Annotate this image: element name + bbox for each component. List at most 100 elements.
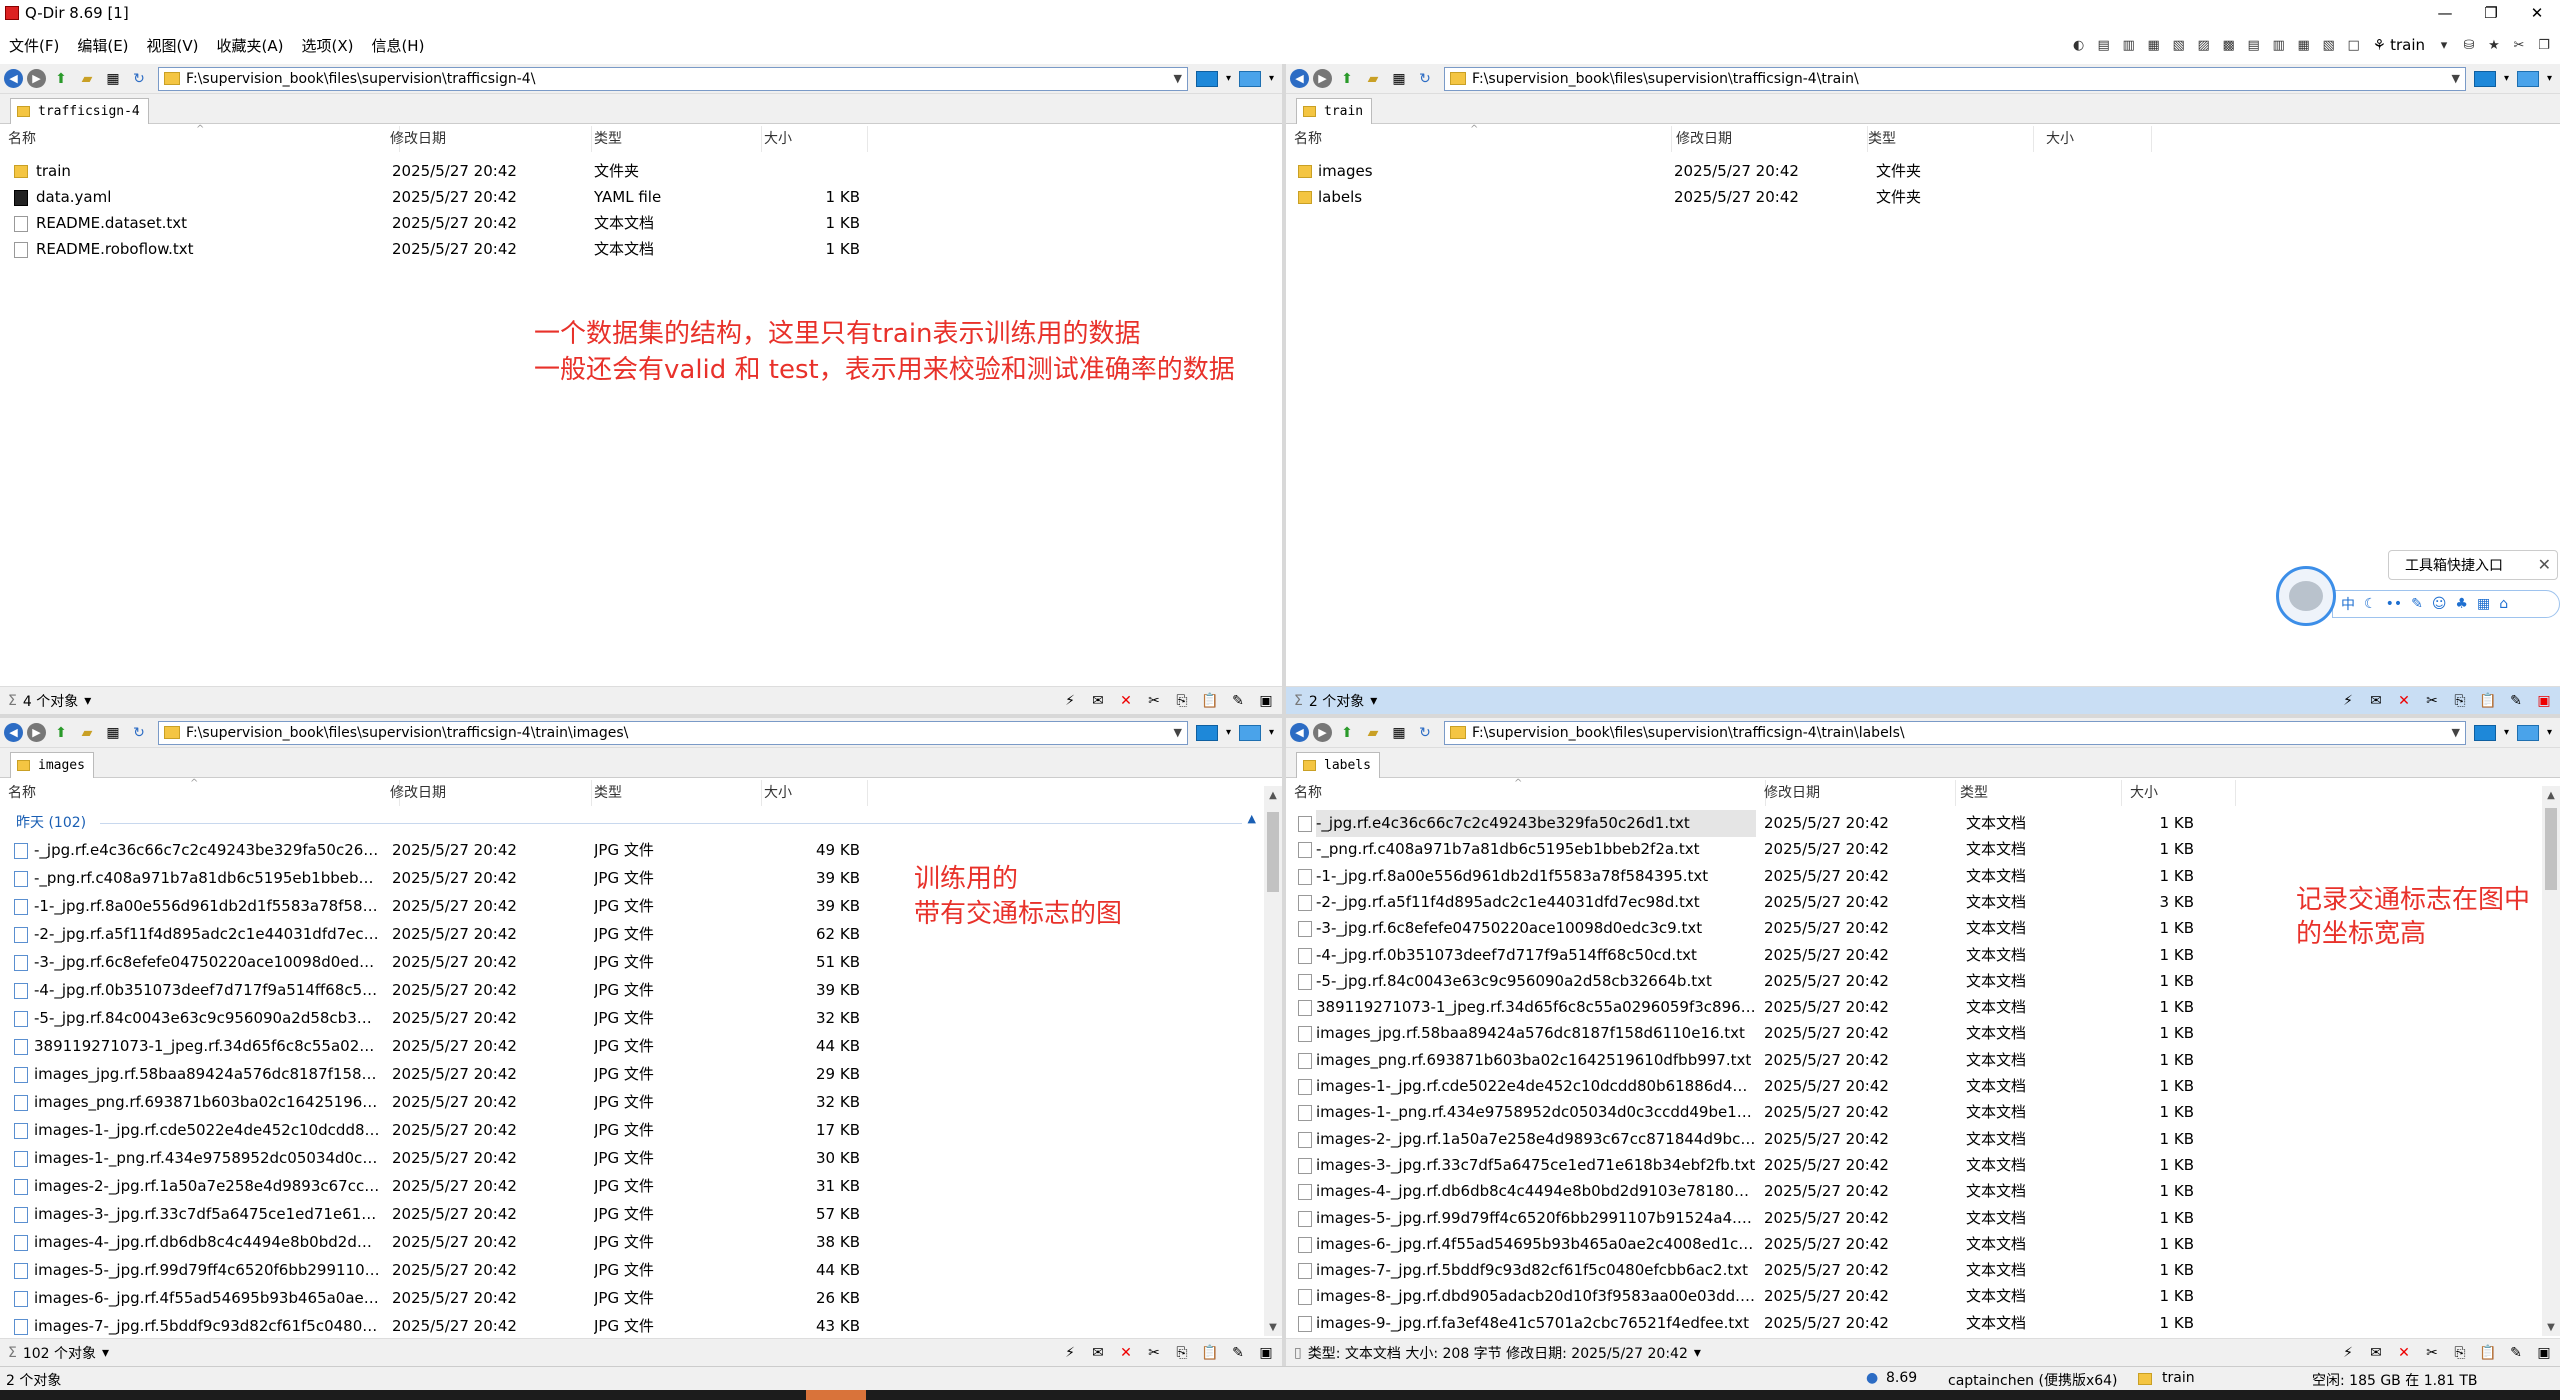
desktop-icon[interactable]: [2516, 70, 2539, 87]
layout-5-icon[interactable]: ▨: [2194, 35, 2214, 55]
object-count[interactable]: 4 个对象 ▾: [23, 691, 91, 711]
wrench-icon[interactable]: ✎: [2411, 596, 2423, 612]
path-input[interactable]: F:\supervision_book\files\supervision\tr…: [1444, 66, 2466, 91]
back-icon[interactable]: ◀: [4, 723, 23, 742]
layout-10-icon[interactable]: ▧: [2319, 35, 2339, 55]
back-icon[interactable]: ◀: [4, 69, 23, 88]
menu-favorites[interactable]: 收藏夹(A): [208, 35, 293, 56]
col-size[interactable]: 大小: [2122, 780, 2236, 806]
cut-icon[interactable]: ✂: [1144, 1343, 1164, 1363]
list-item[interactable]: images-5-_jpg.rf.99d79ff4c6520f6bb299110…: [0, 1257, 1282, 1284]
dropdown-arrow-icon[interactable]: ▾: [1226, 73, 1231, 84]
list-item[interactable]: data.yaml 2025/5/27 20:42 YAML file 1 KB: [0, 184, 1282, 211]
list-item[interactable]: images-7-_jpg.rf.5bddf9c93d82cf61f5c0480…: [0, 1313, 1282, 1340]
copy-icon[interactable]: ⎘: [1172, 691, 1192, 711]
menu-file[interactable]: 文件(F): [0, 35, 68, 56]
scrollbar[interactable]: ▲ ▼: [2542, 786, 2560, 1336]
assistant-avatar[interactable]: [2276, 566, 2336, 626]
properties-icon[interactable]: ▣: [1256, 1343, 1276, 1363]
menu-options[interactable]: 选项(X): [292, 35, 362, 56]
cut-icon[interactable]: ✂: [1144, 691, 1164, 711]
list-item[interactable]: images_jpg.rf.58baa89424a576dc8187f158d6…: [1286, 1020, 2560, 1047]
list-item[interactable]: -5-_jpg.rf.84c0043e63c9c956090a2d58cb326…: [0, 1005, 1282, 1032]
list-item[interactable]: images-4-_jpg.rf.db6db8c4c4494e8b0bd2d91…: [0, 1229, 1282, 1256]
tab-train[interactable]: train: [1296, 98, 1373, 124]
scroll-thumb[interactable]: [2545, 808, 2557, 890]
copy-icon[interactable]: ⎘: [1172, 1343, 1192, 1363]
layout-1-icon[interactable]: ▤: [2094, 35, 2114, 55]
delete-icon[interactable]: ✕: [2394, 691, 2414, 711]
copy-icon[interactable]: ⎘: [2450, 1343, 2470, 1363]
list-item[interactable]: -3-_jpg.rf.6c8efefe04750220ace10098d0edc…: [0, 949, 1282, 976]
layout-6-icon[interactable]: ▩: [2219, 35, 2239, 55]
back-icon[interactable]: ◀: [1290, 69, 1309, 88]
forward-icon[interactable]: ▶: [27, 69, 46, 88]
forward-icon[interactable]: ▶: [27, 723, 46, 742]
list-item[interactable]: images_jpg.rf.58baa89424a576dc8187f158d6…: [0, 1061, 1282, 1088]
view-mode-icon[interactable]: ▦: [102, 69, 124, 89]
col-name[interactable]: 名称: [1286, 780, 1766, 806]
list-item[interactable]: images-1-_jpg.rf.cde5022e4de452c10dcdd80…: [0, 1117, 1282, 1144]
window-icon[interactable]: ❐: [2534, 35, 2554, 55]
desktop-icon[interactable]: [2516, 724, 2539, 741]
copy-icon[interactable]: ⎘: [2450, 691, 2470, 711]
list-item[interactable]: -_png.rf.c408a971b7a81db6c5195eb1bbeb2f2…: [1286, 836, 2560, 863]
file-info[interactable]: 类型: 文本文档 大小: 208 字节 修改日期: 2025/5/27 20:4…: [1308, 1343, 1701, 1363]
list-item[interactable]: images_png.rf.693871b603ba02c1642519610d…: [1286, 1047, 2560, 1074]
scroll-up-icon[interactable]: ▲: [1264, 786, 1282, 804]
edit-icon[interactable]: ✎: [2506, 691, 2526, 711]
up-folder-icon[interactable]: ⬆: [1336, 723, 1358, 743]
delete-icon[interactable]: ✕: [2394, 1343, 2414, 1363]
up-folder-icon[interactable]: ⬆: [50, 69, 72, 89]
scroll-up-icon[interactable]: ▲: [2542, 786, 2560, 804]
list-item[interactable]: images-3-_jpg.rf.33c7df5a6475ce1ed71e618…: [1286, 1152, 2560, 1179]
col-date[interactable]: 修改日期: [1668, 126, 1868, 152]
chevron-down-icon[interactable]: ▼: [2451, 726, 2459, 739]
list-item[interactable]: 389119271073-1_jpeg.rf.34d65f6c8c55a0296…: [1286, 994, 2560, 1021]
chevron-up-icon[interactable]: ▲: [1248, 812, 1256, 825]
col-date[interactable]: 修改日期: [382, 780, 592, 806]
layout-11-icon[interactable]: □: [2344, 35, 2364, 55]
paste-icon[interactable]: 📋: [2478, 691, 2498, 711]
col-type[interactable]: 类型: [586, 780, 762, 806]
dropdown-arrow-icon[interactable]: ▾: [2504, 727, 2509, 738]
list-item[interactable]: labels 2025/5/27 20:42 文件夹: [1286, 184, 2560, 211]
view-mode-icon[interactable]: ▦: [1388, 723, 1410, 743]
globe-icon[interactable]: ◐: [2069, 35, 2089, 55]
col-name[interactable]: 名称: [1286, 126, 1672, 152]
group-header[interactable]: 昨天 (102) ▲: [0, 810, 1282, 834]
star-icon[interactable]: ★: [2484, 35, 2504, 55]
ime-toolbar[interactable]: 中 ☾ •• ✎ ☺ ♣ ▦ ⌂: [2332, 590, 2560, 618]
back-icon[interactable]: ◀: [1290, 723, 1309, 742]
scroll-down-icon[interactable]: ▼: [1264, 1318, 1282, 1336]
scroll-thumb[interactable]: [1267, 812, 1279, 892]
properties-icon[interactable]: ▣: [2534, 1343, 2554, 1363]
dropdown-arrow-icon[interactable]: ▾: [1226, 727, 1231, 738]
dropdown-arrow-icon[interactable]: ▾: [2547, 73, 2552, 84]
path-input[interactable]: F:\supervision_book\files\supervision\tr…: [158, 720, 1188, 745]
lightning-icon[interactable]: ⚡: [2338, 1343, 2358, 1363]
ime-mode-label[interactable]: 中: [2341, 594, 2355, 614]
drive-icon[interactable]: ⛁: [2459, 35, 2479, 55]
col-type[interactable]: 类型: [1952, 780, 2122, 806]
smile-icon[interactable]: ☺: [2432, 596, 2447, 612]
tab-images[interactable]: images: [10, 752, 94, 778]
open-folder-icon[interactable]: ▰: [76, 69, 98, 89]
list-item[interactable]: -5-_jpg.rf.84c0043e63c9c956090a2d58cb326…: [1286, 968, 2560, 995]
list-item[interactable]: images-2-_jpg.rf.1a50a7e258e4d9893c67cc8…: [1286, 1126, 2560, 1153]
desktop-icon[interactable]: [1238, 70, 1261, 87]
dropdown-arrow-icon[interactable]: ▾: [2547, 727, 2552, 738]
lightning-icon[interactable]: ⚡: [1060, 1343, 1080, 1363]
list-item[interactable]: images-2-_jpg.rf.1a50a7e258e4d9893c67cc8…: [0, 1173, 1282, 1200]
grid-icon[interactable]: ▦: [2477, 596, 2490, 612]
delete-icon[interactable]: ✕: [1116, 1343, 1136, 1363]
list-item[interactable]: images-8-_jpg.rf.dbd905adacb20d10f3f9583…: [1286, 1283, 2560, 1310]
tab-trafficsign-4[interactable]: trafficsign-4: [10, 98, 149, 124]
mail-icon[interactable]: ✉: [1088, 691, 1108, 711]
list-item[interactable]: images-6-_jpg.rf.4f55ad54695b93b465a0ae2…: [1286, 1231, 2560, 1258]
list-item[interactable]: -_jpg.rf.e4c36c66c7c2c49243be329fa50c26d…: [1286, 810, 2560, 837]
layout-3-icon[interactable]: ▦: [2144, 35, 2164, 55]
forward-icon[interactable]: ▶: [1313, 69, 1332, 88]
edit-icon[interactable]: ✎: [1228, 1343, 1248, 1363]
layout-4-icon[interactable]: ▧: [2169, 35, 2189, 55]
